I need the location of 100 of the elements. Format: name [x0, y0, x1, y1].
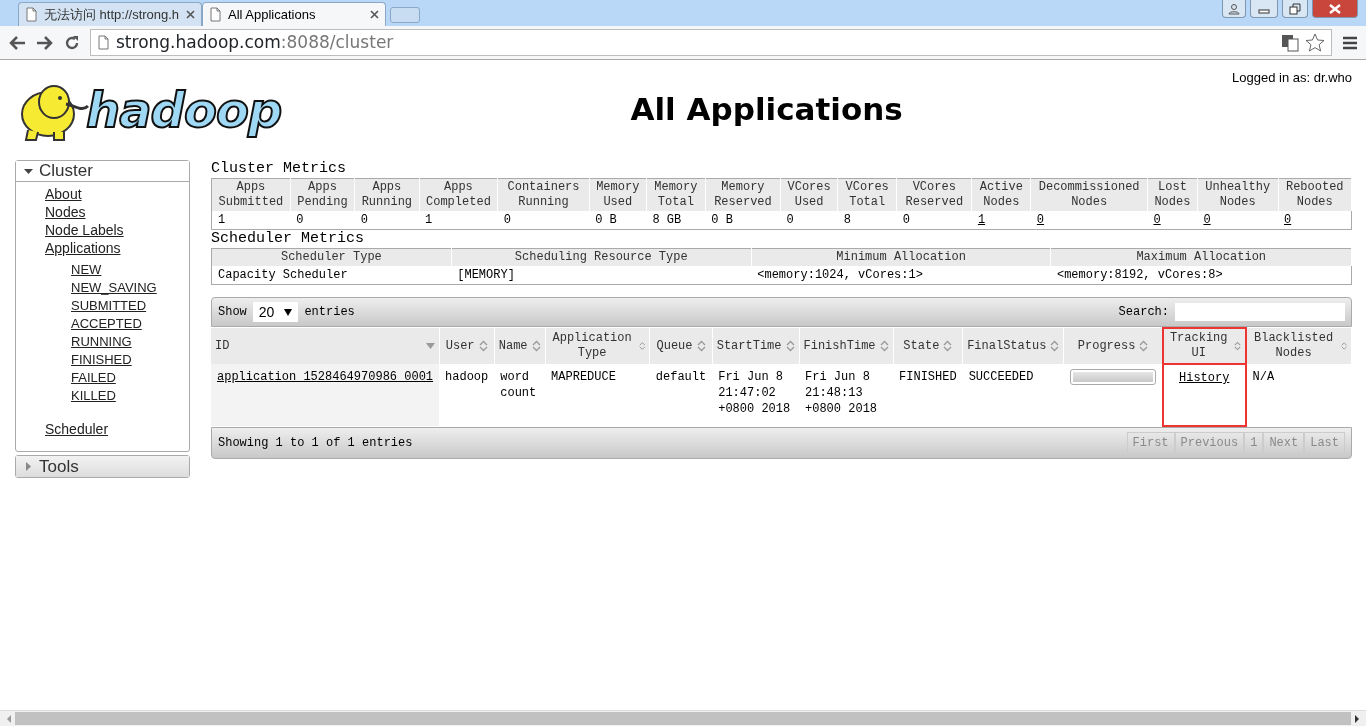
page-icon: [97, 35, 110, 50]
entries-info: Showing 1 to 1 of 1 entries: [218, 435, 413, 452]
page-length-select[interactable]: 20: [252, 302, 299, 322]
column-header: Apps Pending: [290, 178, 355, 211]
sidebar-link[interactable]: SUBMITTED: [71, 298, 147, 313]
reload-icon[interactable]: [64, 34, 80, 51]
table-cell: 0 B: [705, 211, 781, 230]
caret-right-icon: [24, 462, 33, 471]
table-cell: N/A: [1245, 364, 1352, 426]
table-cell: [MEMORY]: [451, 266, 752, 285]
column-header[interactable]: Tracking UI: [1162, 328, 1246, 364]
sidebar-link[interactable]: About: [45, 186, 82, 202]
column-header[interactable]: State: [893, 328, 963, 364]
column-header: Apps Completed: [419, 178, 498, 211]
scrollbar-thumb[interactable]: [15, 712, 1351, 725]
column-header: Apps Submitted: [211, 178, 291, 211]
restore-icon: [1289, 2, 1301, 15]
close-window-button[interactable]: [1312, 0, 1358, 18]
star-icon[interactable]: [1305, 33, 1325, 52]
sidebar-link[interactable]: ACCEPTED: [71, 316, 142, 331]
column-header: Lost Nodes: [1147, 178, 1198, 211]
column-header[interactable]: Name: [494, 328, 546, 364]
sidebar-link[interactable]: Node Labels: [45, 222, 124, 238]
show-label: Show: [218, 304, 247, 321]
column-header[interactable]: ID: [211, 328, 440, 364]
back-icon[interactable]: [8, 34, 26, 51]
table-cell: 8: [837, 211, 897, 230]
search-label: Search:: [1118, 304, 1169, 321]
metric-link[interactable]: 1: [977, 213, 986, 227]
column-header[interactable]: FinishTime: [799, 328, 894, 364]
column-header[interactable]: Application Type: [545, 328, 650, 364]
search-field[interactable]: [1175, 303, 1345, 321]
table-cell: 0 B: [589, 211, 647, 230]
sidebar-link[interactable]: NEW_SAVING: [71, 280, 157, 295]
column-header: Containers Running: [497, 178, 590, 211]
table-cell: hadoop: [439, 364, 495, 426]
table-cell: <memory:8192, vCores:8>: [1050, 266, 1352, 285]
restore-button[interactable]: [1282, 0, 1308, 18]
column-header: VCores Reserved: [896, 178, 972, 211]
close-icon: [1329, 3, 1341, 14]
column-header: Apps Running: [354, 178, 420, 211]
menu-icon[interactable]: [1342, 34, 1358, 51]
metric-link[interactable]: 0: [1153, 213, 1161, 227]
login-status: Logged in as: dr.who: [1232, 69, 1352, 87]
sidebar-link[interactable]: FINISHED: [71, 352, 132, 367]
caret-down-icon: [24, 166, 33, 176]
address-bar[interactable]: strong.hadoop.com:8088/cluster: [90, 29, 1332, 56]
sidebar-section-header[interactable]: Tools: [16, 456, 189, 477]
sidebar-link[interactable]: RUNNING: [71, 334, 132, 349]
sidebar-link[interactable]: Scheduler: [45, 421, 109, 437]
column-header[interactable]: Blacklisted Nodes: [1245, 328, 1352, 364]
column-header: Memory Total: [646, 178, 706, 211]
column-header: Decommissioned Nodes: [1030, 178, 1148, 211]
column-header: Maximum Allocation: [1050, 248, 1352, 266]
sidebar-link[interactable]: KILLED: [71, 388, 116, 403]
profile-button[interactable]: [1222, 0, 1246, 18]
forward-icon[interactable]: [36, 34, 54, 51]
table-cell: 1: [211, 211, 291, 230]
sidebar-link[interactable]: FAILED: [71, 370, 116, 385]
column-header: Active Nodes: [971, 178, 1031, 211]
close-icon[interactable]: [370, 10, 379, 19]
column-header[interactable]: Progress: [1063, 328, 1163, 364]
column-header: Memory Used: [589, 178, 647, 211]
column-header: Rebooted Nodes: [1278, 178, 1352, 211]
scroll-right-icon[interactable]: [1353, 713, 1361, 724]
column-header[interactable]: User: [439, 328, 495, 364]
table-cell: 0: [780, 211, 838, 230]
column-header: Scheduler Type: [211, 248, 452, 266]
browser-tab[interactable]: 无法访问 http://strong.h: [18, 2, 202, 26]
table-cell: 0: [290, 211, 355, 230]
sidebar-link[interactable]: Nodes: [45, 204, 86, 220]
sidebar-link[interactable]: NEW: [71, 262, 102, 277]
table-cell: 8 GB: [646, 211, 706, 230]
table-cell: <memory:1024, vCores:1>: [751, 266, 1051, 285]
section-title: Cluster Metrics: [211, 160, 348, 178]
column-header: Unhealthy Nodes: [1197, 178, 1278, 211]
entries-label: entries: [304, 304, 355, 321]
metric-link[interactable]: 0: [1036, 213, 1045, 227]
browser-tab[interactable]: All Applications: [202, 2, 386, 26]
column-header[interactable]: Queue: [649, 328, 713, 364]
column-header[interactable]: StartTime: [712, 328, 799, 364]
dropdown-arrow-icon: [284, 308, 293, 316]
sidebar-section-header[interactable]: Cluster: [16, 161, 189, 182]
column-header: Memory Reserved: [705, 178, 781, 211]
address-text[interactable]: strong.hadoop.com:8088/cluster: [116, 29, 394, 56]
metric-link[interactable]: 0: [1203, 213, 1211, 227]
page-icon: [209, 7, 222, 22]
table-cell: 0: [497, 211, 590, 230]
column-header: Minimum Allocation: [751, 248, 1051, 266]
column-header[interactable]: FinalStatus: [962, 328, 1064, 364]
history-link[interactable]: History: [1179, 371, 1230, 385]
column-header: VCores Total: [837, 178, 897, 211]
column-header: VCores Used: [780, 178, 838, 211]
sidebar-link[interactable]: Applications: [45, 240, 121, 256]
metric-link[interactable]: 0: [1284, 213, 1292, 227]
minimize-button[interactable]: [1250, 0, 1278, 18]
person-icon: [1228, 2, 1240, 15]
page-icon: [25, 7, 38, 22]
column-header: Scheduling Resource Type: [451, 248, 752, 266]
close-icon[interactable]: [186, 10, 195, 19]
